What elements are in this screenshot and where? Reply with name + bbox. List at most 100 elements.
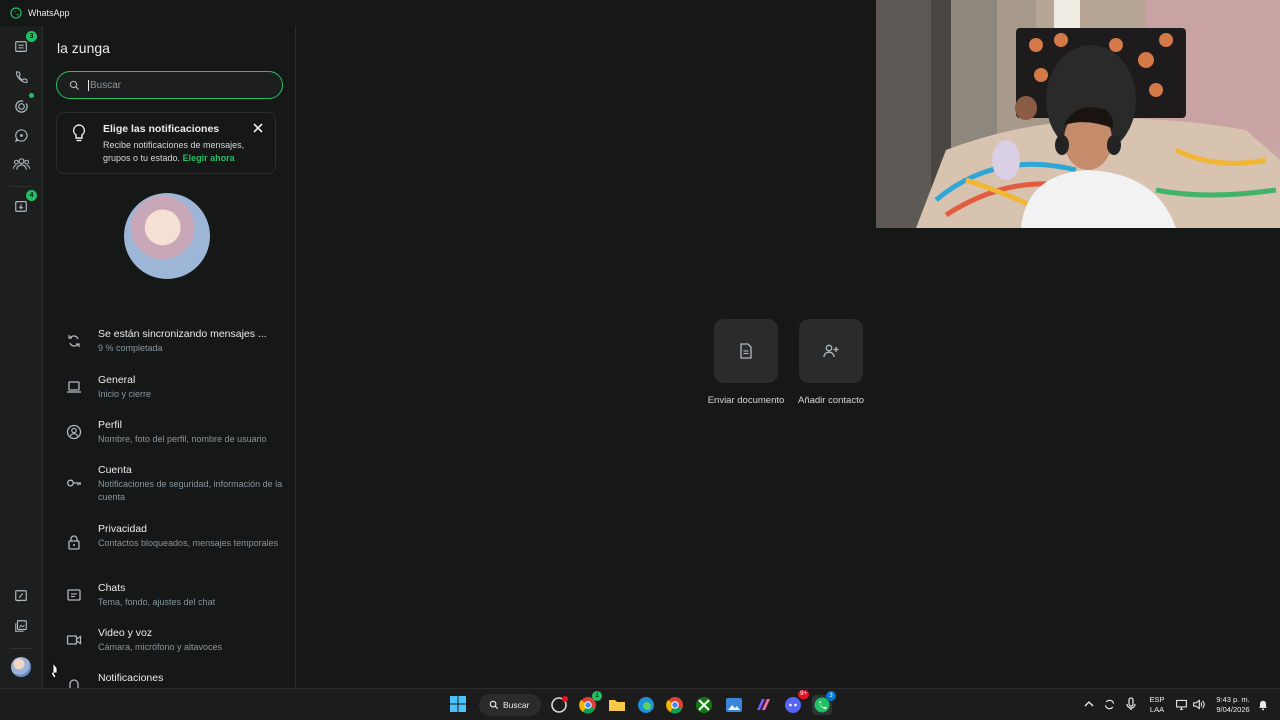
start-button[interactable]	[449, 695, 469, 715]
settings-item-video-voice[interactable]: Video y voz Cámara, micrófono y altavoce…	[44, 625, 289, 661]
communities-icon	[12, 158, 30, 170]
mouse-cursor-icon	[50, 662, 58, 679]
settings-item-sub: 9 % completada	[98, 343, 163, 353]
document-icon	[740, 343, 752, 359]
taskbar-search[interactable]: Buscar	[479, 694, 541, 716]
chat-icon	[67, 589, 81, 601]
language-indicator[interactable]: ESP LAA	[1146, 695, 1168, 715]
taskbar-app-copilot[interactable]	[753, 695, 773, 715]
taskbar-app-discord[interactable]: 9+	[783, 690, 809, 715]
taskbar-search-label: Buscar	[503, 700, 530, 710]
webcam-image	[876, 0, 1280, 228]
windows-logo-icon	[450, 696, 466, 712]
settings-item-general[interactable]: General Inicio y cierre	[44, 372, 289, 408]
settings-item-sync[interactable]: Se están sincronizando mensajes ... 9 % …	[44, 326, 289, 362]
choose-now-link[interactable]: Elegir ahora	[183, 153, 235, 163]
taskbar-app-whatsapp[interactable]: 3	[812, 691, 836, 715]
lightbulb-icon	[72, 124, 86, 142]
volume-icon[interactable]	[1192, 698, 1205, 711]
taskbar-app-chrome-profile[interactable]: 1	[578, 691, 602, 715]
rail-divider-bottom	[10, 648, 32, 649]
add-contact-icon	[823, 344, 839, 358]
status-dot	[29, 93, 34, 98]
communities-nav-button[interactable]	[10, 153, 32, 175]
photos-icon	[726, 698, 742, 712]
chevron-up-icon[interactable]	[1084, 700, 1094, 708]
settings-item-privacy[interactable]: Privacidad Contactos bloqueados, mensaje…	[44, 521, 289, 571]
settings-item-sub: Cámara, micrófono y altavoces	[98, 642, 223, 652]
settings-item-label: Perfil	[98, 419, 122, 431]
media-nav-button[interactable]	[10, 615, 32, 637]
whatsapp-badge: 3	[826, 691, 836, 701]
sync-icon	[68, 335, 80, 347]
add-contact-label: Añadir contacto	[797, 395, 864, 406]
search-icon	[489, 700, 499, 710]
archive-badge: 4	[26, 190, 37, 201]
archive-icon	[15, 201, 27, 212]
settings-item-label: Notificaciones	[98, 672, 164, 684]
clock-time: 9:43 p. m.	[1216, 695, 1250, 704]
app-title: WhatsApp	[28, 8, 70, 18]
discord-badge: 9+	[798, 690, 809, 699]
folder-icon	[609, 700, 625, 711]
chrome-icon	[666, 697, 683, 714]
settings-item-profile[interactable]: Perfil Nombre, foto del perfil, nombre d…	[44, 417, 289, 453]
network-icon[interactable]	[1175, 698, 1188, 711]
bell-icon	[69, 679, 79, 688]
settings-item-chats[interactable]: Chats Tema, fondo, ajustes del chat	[44, 580, 289, 616]
profile-photo[interactable]	[124, 193, 210, 279]
archived-nav-button[interactable]: 4	[10, 190, 37, 217]
status-icon	[14, 99, 28, 113]
notification-bell-icon[interactable]	[1257, 698, 1269, 711]
channels-nav-button[interactable]	[10, 124, 32, 146]
title-bar: WhatsApp	[0, 0, 876, 26]
profile-avatar-button[interactable]	[11, 657, 31, 677]
sync-tray-icon[interactable]	[1103, 698, 1116, 711]
clock[interactable]: 9:43 p. m. 9/04/2026	[1208, 695, 1258, 715]
settings-item-sub: Tema, fondo, ajustes del chat	[98, 597, 216, 607]
search-input[interactable]	[88, 79, 258, 91]
starred-nav-button[interactable]	[10, 585, 32, 607]
add-contact-button[interactable]	[799, 319, 863, 383]
settings-item-account[interactable]: Cuenta Notificaciones de seguridad, info…	[44, 462, 289, 512]
taskbar-app-xbox[interactable]	[694, 695, 714, 715]
settings-item-label: General	[98, 374, 136, 386]
rail-divider	[10, 186, 32, 187]
status-nav-button[interactable]	[10, 93, 34, 117]
search-icon	[69, 80, 80, 90]
windows-taskbar: Buscar 1 9+ 3 ESP LAA 9:43 p. m. 9/04/20…	[0, 688, 1280, 720]
search-box[interactable]	[56, 71, 283, 99]
calls-nav-button[interactable]	[10, 66, 32, 88]
panel-title: la zunga	[57, 40, 110, 56]
chats-nav-button[interactable]: 3	[10, 31, 37, 58]
taskbar-app-explorer[interactable]	[607, 695, 627, 715]
chats-icon	[15, 41, 27, 52]
edge-icon	[638, 697, 654, 713]
copilot-icon	[757, 699, 770, 710]
settings-item-sub: Contactos bloqueados, mensajes temporale…	[98, 538, 279, 548]
taskbar-app-chrome[interactable]	[665, 695, 685, 715]
settings-item-label: Cuenta	[98, 464, 132, 476]
send-document-button[interactable]	[714, 319, 778, 383]
taskbar-app-widget[interactable]	[549, 695, 569, 715]
close-icon[interactable]	[251, 121, 265, 135]
key-icon	[67, 479, 81, 487]
settings-item-sub: Inicio y cierre	[98, 389, 152, 399]
microphone-icon[interactable]	[1126, 697, 1136, 711]
language-top: ESP	[1149, 695, 1165, 704]
notification-prompt-card: Elige las notificaciones Recibe notifica…	[56, 112, 276, 174]
channels-icon	[14, 128, 28, 142]
notification-prompt-body: Recibe notificaciones de mensajes, grupo…	[103, 139, 268, 165]
xbox-icon	[696, 697, 712, 713]
video-camera-icon	[66, 635, 82, 645]
whatsapp-logo-icon	[10, 7, 22, 19]
app-icon	[551, 696, 568, 713]
phone-icon	[16, 71, 28, 83]
edit-note-icon	[15, 590, 27, 602]
settings-item-label: Privacidad	[98, 523, 148, 535]
taskbar-app-edge[interactable]	[636, 695, 656, 715]
settings-item-notifications[interactable]: Notificaciones	[44, 670, 289, 688]
chrome-badge: 1	[592, 691, 602, 701]
laptop-icon	[67, 381, 81, 393]
taskbar-app-photos[interactable]	[724, 695, 744, 715]
